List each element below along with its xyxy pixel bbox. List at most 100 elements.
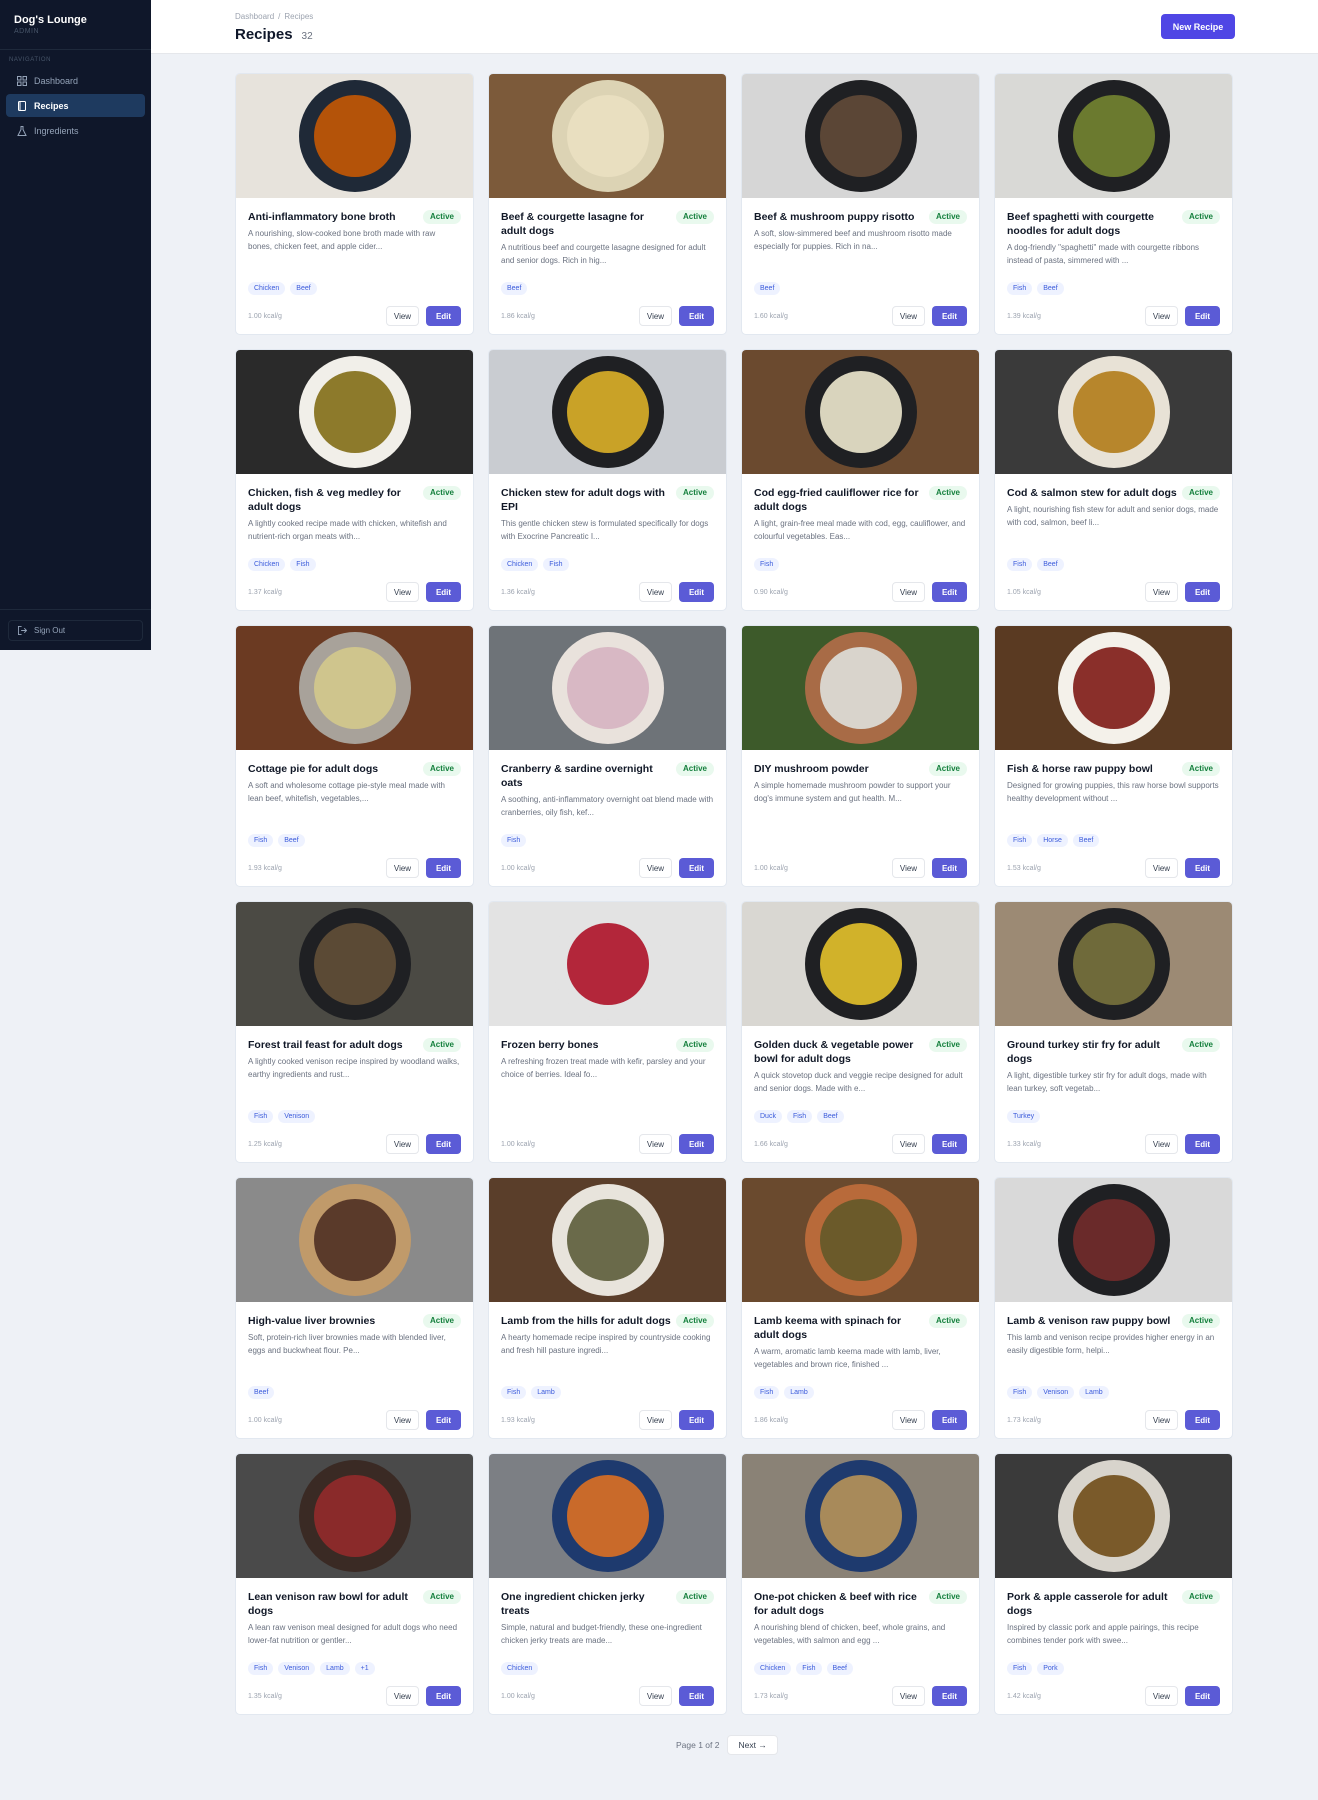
recipe-image bbox=[236, 902, 473, 1026]
recipe-card: Cranberry & sardine overnight oats Active… bbox=[488, 625, 727, 887]
view-button[interactable]: View bbox=[639, 858, 672, 878]
view-button[interactable]: View bbox=[639, 306, 672, 326]
card-body: Frozen berry bones Active A refreshing fro… bbox=[501, 1038, 714, 1081]
edit-button[interactable]: Edit bbox=[426, 858, 461, 878]
edit-button[interactable]: Edit bbox=[1185, 1134, 1220, 1154]
edit-button[interactable]: Edit bbox=[1185, 858, 1220, 878]
view-button[interactable]: View bbox=[1145, 306, 1178, 326]
card-actions: View Edit bbox=[892, 858, 967, 878]
edit-button[interactable]: Edit bbox=[932, 1410, 967, 1430]
view-button[interactable]: View bbox=[892, 1686, 925, 1706]
view-button[interactable]: View bbox=[892, 858, 925, 878]
view-button[interactable]: View bbox=[639, 1134, 672, 1154]
recipe-grid: Anti-inflammatory bone broth Active A nour… bbox=[235, 73, 1235, 1715]
view-button[interactable]: View bbox=[639, 1686, 672, 1706]
ingredient-tag: Lamb bbox=[784, 1386, 814, 1399]
card-actions: View Edit bbox=[892, 306, 967, 326]
edit-button[interactable]: Edit bbox=[932, 582, 967, 602]
kcal-value: 1.86 kcal/g bbox=[501, 312, 535, 320]
brand: Dog's Lounge ADMIN bbox=[0, 0, 151, 35]
food-shape bbox=[819, 923, 902, 1005]
edit-button[interactable]: Edit bbox=[932, 1686, 967, 1706]
view-button[interactable]: View bbox=[892, 1134, 925, 1154]
sign-out-button[interactable]: Sign Out bbox=[8, 620, 143, 641]
recipe-image bbox=[742, 626, 979, 750]
ingredient-tag: Beef bbox=[1037, 282, 1064, 295]
tag-list: Beef bbox=[248, 1386, 279, 1399]
view-button[interactable]: View bbox=[639, 582, 672, 602]
view-button[interactable]: View bbox=[386, 582, 419, 602]
ingredient-tag: Fish bbox=[786, 1110, 813, 1123]
recipe-card: DIY mushroom powder Active A simple homema… bbox=[741, 625, 980, 887]
view-button[interactable]: View bbox=[386, 1686, 419, 1706]
ingredient-tag: Lamb bbox=[1079, 1386, 1109, 1399]
recipe-image bbox=[236, 350, 473, 474]
view-button[interactable]: View bbox=[386, 1134, 419, 1154]
title-line: High-value liver brownies Active bbox=[248, 1314, 461, 1328]
edit-button[interactable]: Edit bbox=[679, 1686, 714, 1706]
tag-list: Fish Beef bbox=[1007, 558, 1069, 571]
edit-button[interactable]: Edit bbox=[426, 1134, 461, 1154]
view-button[interactable]: View bbox=[386, 858, 419, 878]
recipe-image bbox=[995, 1454, 1232, 1578]
card-actions: View Edit bbox=[1145, 858, 1220, 878]
breadcrumb-dashboard[interactable]: Dashboard bbox=[235, 12, 274, 21]
new-recipe-button[interactable]: New Recipe bbox=[1161, 14, 1235, 39]
edit-button[interactable]: Edit bbox=[1185, 1686, 1220, 1706]
recipe-title: One ingredient chicken jerky treats bbox=[501, 1591, 645, 1617]
view-button[interactable]: View bbox=[1145, 1410, 1178, 1430]
view-button[interactable]: View bbox=[892, 306, 925, 326]
view-button[interactable]: View bbox=[1145, 858, 1178, 878]
view-button[interactable]: View bbox=[386, 1410, 419, 1430]
recipe-image bbox=[742, 350, 979, 474]
view-button[interactable]: View bbox=[892, 582, 925, 602]
edit-button[interactable]: Edit bbox=[679, 306, 714, 326]
view-button[interactable]: View bbox=[386, 306, 419, 326]
edit-button[interactable]: Edit bbox=[679, 858, 714, 878]
edit-button[interactable]: Edit bbox=[679, 1410, 714, 1430]
sidebar-item-recipes[interactable]: Recipes bbox=[6, 94, 145, 117]
recipe-description: A dog-friendly "spaghetti" made with cou… bbox=[1007, 243, 1200, 265]
view-button[interactable]: View bbox=[892, 1410, 925, 1430]
ingredient-tag: Fish bbox=[290, 558, 316, 571]
view-button[interactable]: View bbox=[1145, 1686, 1178, 1706]
recipe-image bbox=[995, 626, 1232, 750]
card-footer: 0.90 kcal/g View Edit bbox=[754, 582, 967, 602]
ingredient-tag: Duck bbox=[754, 1110, 782, 1123]
view-button[interactable]: View bbox=[639, 1410, 672, 1430]
card-footer: 1.73 kcal/g View Edit bbox=[1007, 1410, 1220, 1430]
edit-button[interactable]: Edit bbox=[1185, 1410, 1220, 1430]
card-footer: 1.73 kcal/g View Edit bbox=[754, 1686, 967, 1706]
edit-button[interactable]: Edit bbox=[932, 858, 967, 878]
edit-button[interactable]: Edit bbox=[426, 1686, 461, 1706]
recipe-title: Pork & apple casserole for adult dogs bbox=[1007, 1591, 1168, 1617]
edit-button[interactable]: Edit bbox=[426, 582, 461, 602]
edit-button[interactable]: Edit bbox=[1185, 582, 1220, 602]
recipe-title: Forest trail feast for adult dogs bbox=[248, 1039, 403, 1051]
sidebar-item-label: Ingredients bbox=[34, 125, 79, 136]
sidebar-item-ingredients[interactable]: Ingredients bbox=[6, 119, 145, 142]
app-role: ADMIN bbox=[14, 28, 40, 35]
view-button[interactable]: View bbox=[1145, 1134, 1178, 1154]
recipe-image bbox=[489, 1178, 726, 1302]
edit-button[interactable]: Edit bbox=[679, 1134, 714, 1154]
title-line: Anti-inflammatory bone broth Active bbox=[248, 210, 461, 224]
view-button[interactable]: View bbox=[1145, 582, 1178, 602]
sidebar-item-dashboard[interactable]: Dashboard bbox=[6, 69, 145, 92]
edit-button[interactable]: Edit bbox=[426, 1410, 461, 1430]
edit-button[interactable]: Edit bbox=[1185, 306, 1220, 326]
recipe-title: Cottage pie for adult dogs bbox=[248, 763, 379, 775]
next-page-button[interactable]: Next → bbox=[727, 1735, 778, 1755]
edit-button[interactable]: Edit bbox=[426, 306, 461, 326]
pagination: Page 1 of 2 Next → bbox=[676, 1735, 778, 1755]
card-body: Lean venison raw bowl for adult dogs Acti… bbox=[248, 1590, 461, 1647]
tag-list: Chicken bbox=[501, 1662, 543, 1675]
edit-button[interactable]: Edit bbox=[932, 1134, 967, 1154]
status-badge: Active bbox=[675, 1038, 714, 1052]
sidebar-item-label: Recipes bbox=[34, 100, 69, 111]
card-body: High-value liver brownies Active Soft, pro… bbox=[248, 1314, 461, 1357]
edit-button[interactable]: Edit bbox=[679, 582, 714, 602]
card-footer: 1.00 kcal/g View Edit bbox=[501, 858, 714, 878]
card-body: Lamb & venison raw puppy bowl Active This … bbox=[1007, 1314, 1220, 1357]
edit-button[interactable]: Edit bbox=[932, 306, 967, 326]
